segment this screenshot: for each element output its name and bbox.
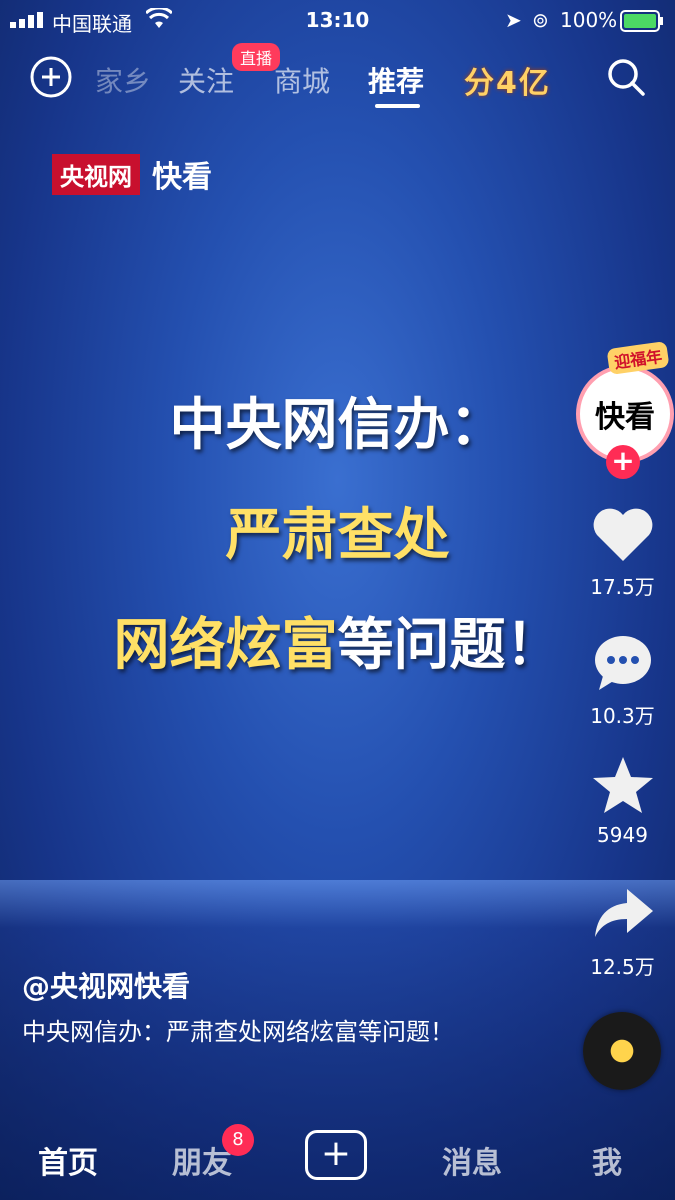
logo-red-text: 央视网: [52, 153, 140, 195]
add-circle-icon[interactable]: [30, 56, 72, 98]
tab-mall[interactable]: 商城: [274, 60, 330, 100]
star-icon: [592, 757, 653, 813]
headline-line-3-rest: 等问题！: [337, 612, 562, 678]
nav-messages[interactable]: 消息: [442, 1138, 502, 1182]
comment-button[interactable]: 10.3万: [585, 632, 660, 729]
friends-badge: 8: [222, 1124, 254, 1156]
nav-home[interactable]: 首页: [38, 1138, 98, 1182]
tab-recommended[interactable]: 推荐: [368, 60, 424, 100]
comment-icon: [594, 636, 651, 690]
author-avatar-group[interactable]: 快看 迎福年 +: [568, 340, 674, 479]
create-post-button[interactable]: +: [305, 1130, 367, 1180]
active-tab-underline: [375, 104, 420, 108]
promo-banner[interactable]: 分4亿: [464, 58, 551, 102]
search-icon[interactable]: [605, 56, 647, 98]
music-disc-icon[interactable]: [583, 1012, 661, 1090]
like-button[interactable]: 17.5万: [585, 505, 660, 600]
video-description[interactable]: 中央网信办：严肃查处网络炫富等问题！: [22, 1015, 472, 1049]
favorite-button[interactable]: 5949: [585, 755, 660, 847]
logo-white-text: 快看: [152, 160, 212, 195]
nav-me[interactable]: 我: [592, 1138, 622, 1182]
battery-icon: [620, 10, 663, 32]
top-nav: 家乡 关注 直播 商城 推荐 分4亿: [0, 43, 675, 108]
orientation-lock-icon: ⊚: [532, 8, 549, 32]
tab-hometown[interactable]: 家乡: [95, 60, 151, 100]
share-arrow-icon: [594, 889, 653, 937]
follow-button[interactable]: +: [606, 445, 640, 479]
headline-line-3: 网络炫富等问题！: [0, 600, 675, 681]
battery-percent: 100%: [560, 8, 618, 32]
avatar-tag: 迎福年: [606, 340, 670, 376]
live-badge: 直播: [232, 43, 281, 71]
like-count: 17.5万: [590, 575, 655, 599]
status-bar: 中国联通 13:10 ➤ ⊚ 100%: [0, 0, 675, 40]
location-icon: ➤: [505, 8, 522, 32]
share-button[interactable]: 12.5万: [585, 885, 660, 980]
video-logo: 央视网 快看: [52, 153, 212, 195]
favorite-count: 5949: [597, 823, 648, 847]
bottom-nav: 首页 朋友 8 + 消息 我: [0, 1110, 675, 1200]
comment-count: 10.3万: [590, 704, 655, 728]
share-count: 12.5万: [590, 955, 655, 979]
author-handle[interactable]: @央视网快看: [22, 965, 190, 1005]
heart-icon: [593, 508, 652, 561]
headline-line-3-highlight: 网络炫富: [113, 612, 338, 678]
tab-following[interactable]: 关注: [178, 60, 234, 100]
headline-line-2: 严肃查处: [225, 502, 450, 568]
